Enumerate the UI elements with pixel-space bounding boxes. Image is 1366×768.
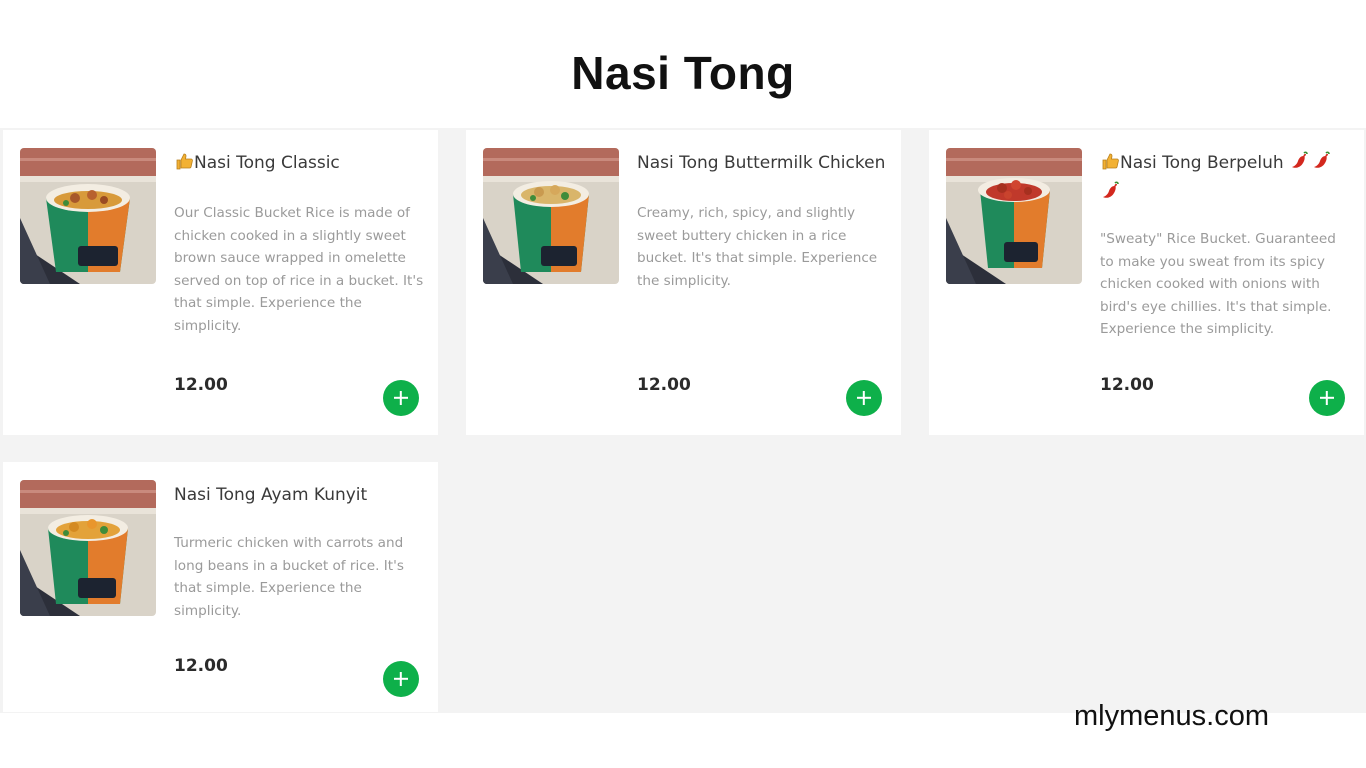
page-title: Nasi Tong xyxy=(571,47,795,99)
rice-bucket-photo xyxy=(483,148,619,284)
food-image xyxy=(20,148,156,284)
rice-bucket-photo xyxy=(946,148,1082,284)
rice-bucket-photo xyxy=(20,480,156,616)
item-name: Nasi Tong Berpeluh xyxy=(1100,150,1350,210)
item-description: Our Classic Bucket Rice is made of chick… xyxy=(174,205,424,334)
item-price: 12.00 xyxy=(174,656,228,676)
chili-pepper-icon xyxy=(1289,151,1311,180)
chili-pepper-icon xyxy=(1100,181,1122,210)
thumbs-up-icon xyxy=(1100,151,1120,180)
item-price: 12.00 xyxy=(174,375,228,395)
item-price: 12.00 xyxy=(637,375,691,395)
add-to-cart-button[interactable] xyxy=(383,661,419,697)
add-to-cart-button[interactable] xyxy=(1309,380,1345,416)
menu-item-card[interactable]: Nasi Tong Buttermilk Chicken Creamy, ric… xyxy=(466,130,901,435)
item-name: Nasi Tong Classic xyxy=(174,150,424,180)
thumbs-up-icon xyxy=(174,151,194,180)
item-name: Nasi Tong Buttermilk Chicken xyxy=(637,153,886,173)
menu-item-card[interactable]: Nasi Tong Ayam Kunyit Turmeric chicken w… xyxy=(3,462,438,712)
food-image xyxy=(483,148,619,284)
watermark: mlymenus.com xyxy=(1074,700,1269,732)
item-name: Nasi Tong Ayam Kunyit xyxy=(174,485,368,505)
item-description: Turmeric chicken with carrots and long b… xyxy=(174,535,404,619)
rice-bucket-photo xyxy=(20,148,156,284)
add-to-cart-button[interactable] xyxy=(846,380,882,416)
item-description: Creamy, rich, spicy, and slightly sweet … xyxy=(637,205,878,289)
food-image xyxy=(20,480,156,616)
menu-item-card[interactable]: Nasi Tong Berpeluh "Sweaty" Rice Bucket.… xyxy=(929,130,1364,435)
item-description: "Sweaty" Rice Bucket. Guaranteed to make… xyxy=(1100,231,1336,338)
item-price: 12.00 xyxy=(1100,375,1154,395)
chili-pepper-icon xyxy=(1311,151,1333,180)
menu-item-card[interactable]: Nasi Tong Classic Our Classic Bucket Ric… xyxy=(3,130,438,435)
food-image xyxy=(946,148,1082,284)
add-to-cart-button[interactable] xyxy=(383,380,419,416)
